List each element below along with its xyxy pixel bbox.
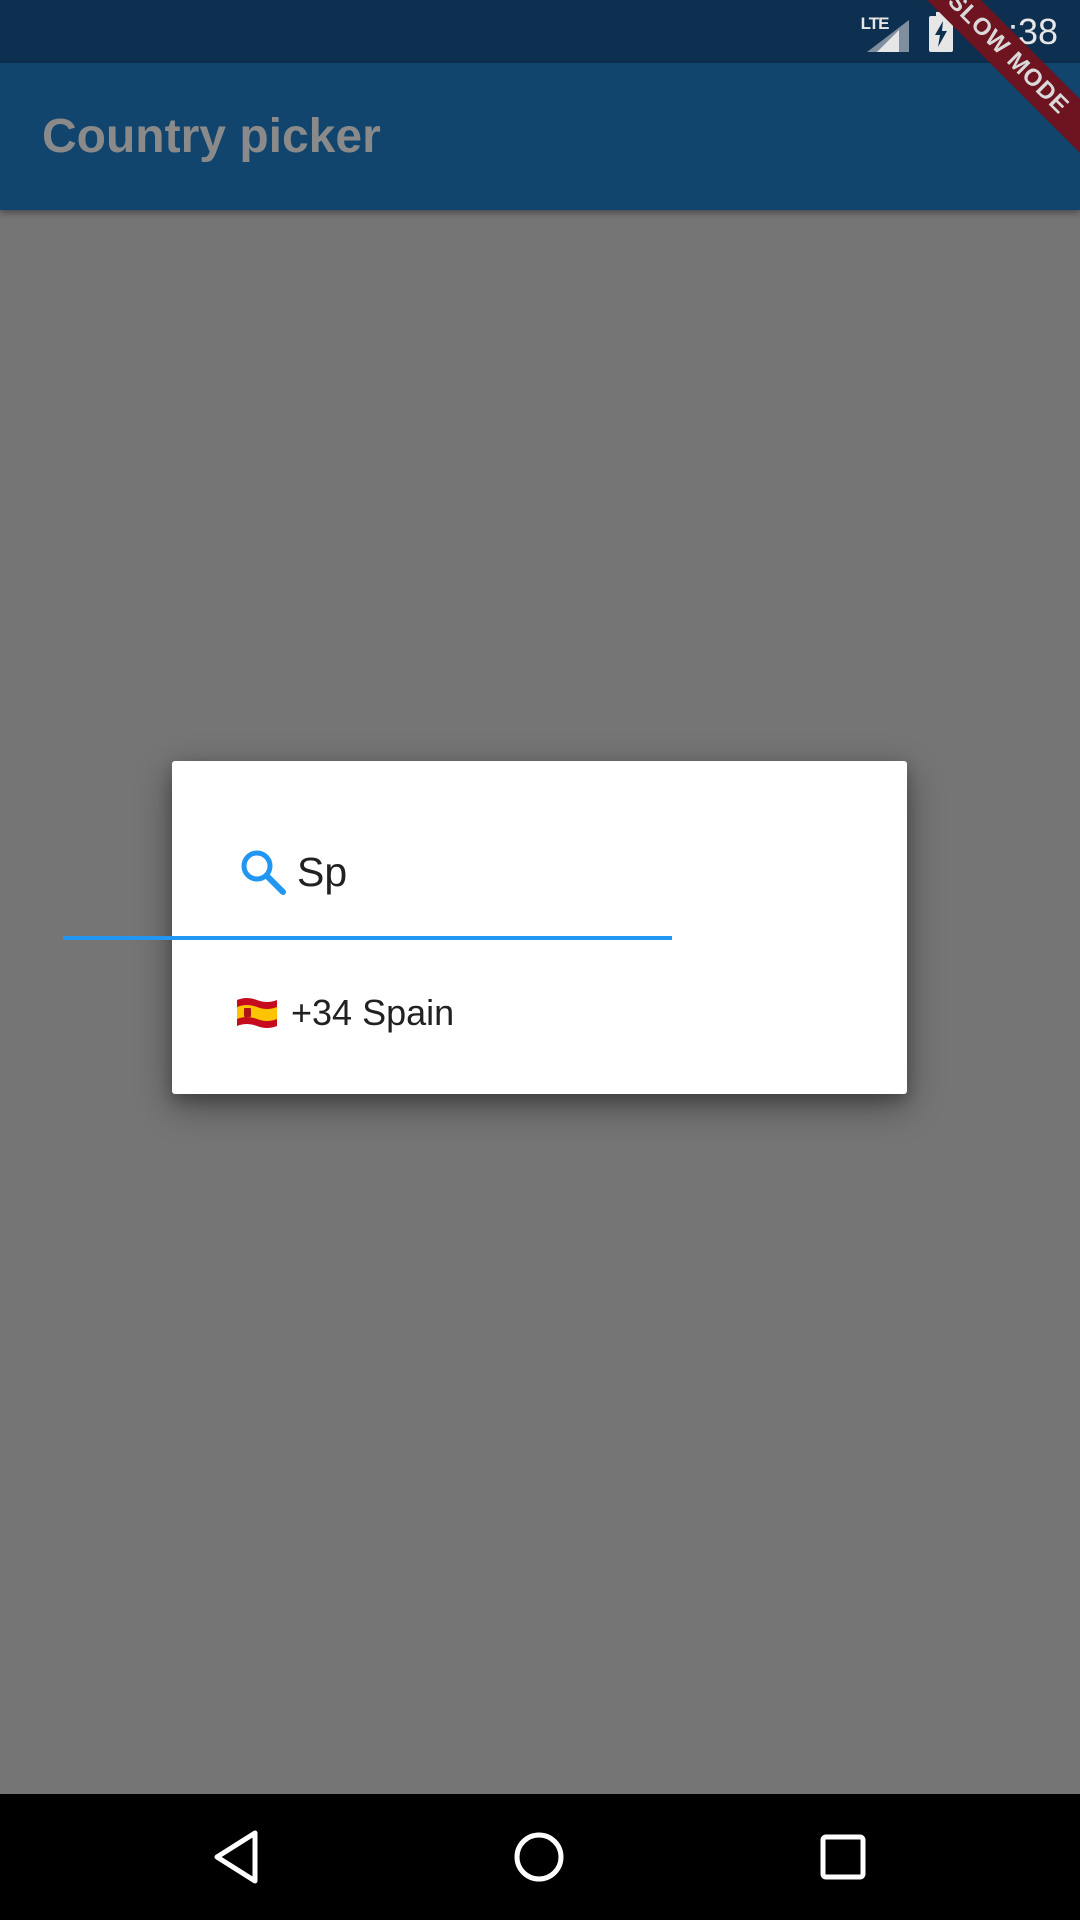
- recents-icon: [820, 1834, 866, 1880]
- home-icon: [514, 1832, 564, 1882]
- spain-flag-icon: [237, 998, 277, 1028]
- recents-button[interactable]: [813, 1827, 873, 1887]
- back-icon: [214, 1830, 258, 1884]
- country-picker-dialog: +34 Spain: [172, 761, 907, 1094]
- navigation-bar: [0, 1794, 1080, 1920]
- status-bar: LTE 11:38: [0, 0, 1080, 63]
- signal-icon: [866, 19, 909, 52]
- app-bar: Country picker: [0, 63, 1080, 210]
- lte-signal-indicator: LTE: [859, 12, 911, 52]
- list-item[interactable]: +34 Spain: [235, 986, 844, 1040]
- search-input[interactable]: [297, 843, 837, 901]
- back-button[interactable]: [207, 1827, 267, 1887]
- home-button[interactable]: [509, 1827, 569, 1887]
- search-underline: [63, 936, 672, 940]
- country-result-label: +34 Spain: [291, 992, 455, 1033]
- search-icon: [241, 850, 286, 895]
- search-field[interactable]: [235, 843, 844, 901]
- page-title: Country picker: [42, 110, 381, 163]
